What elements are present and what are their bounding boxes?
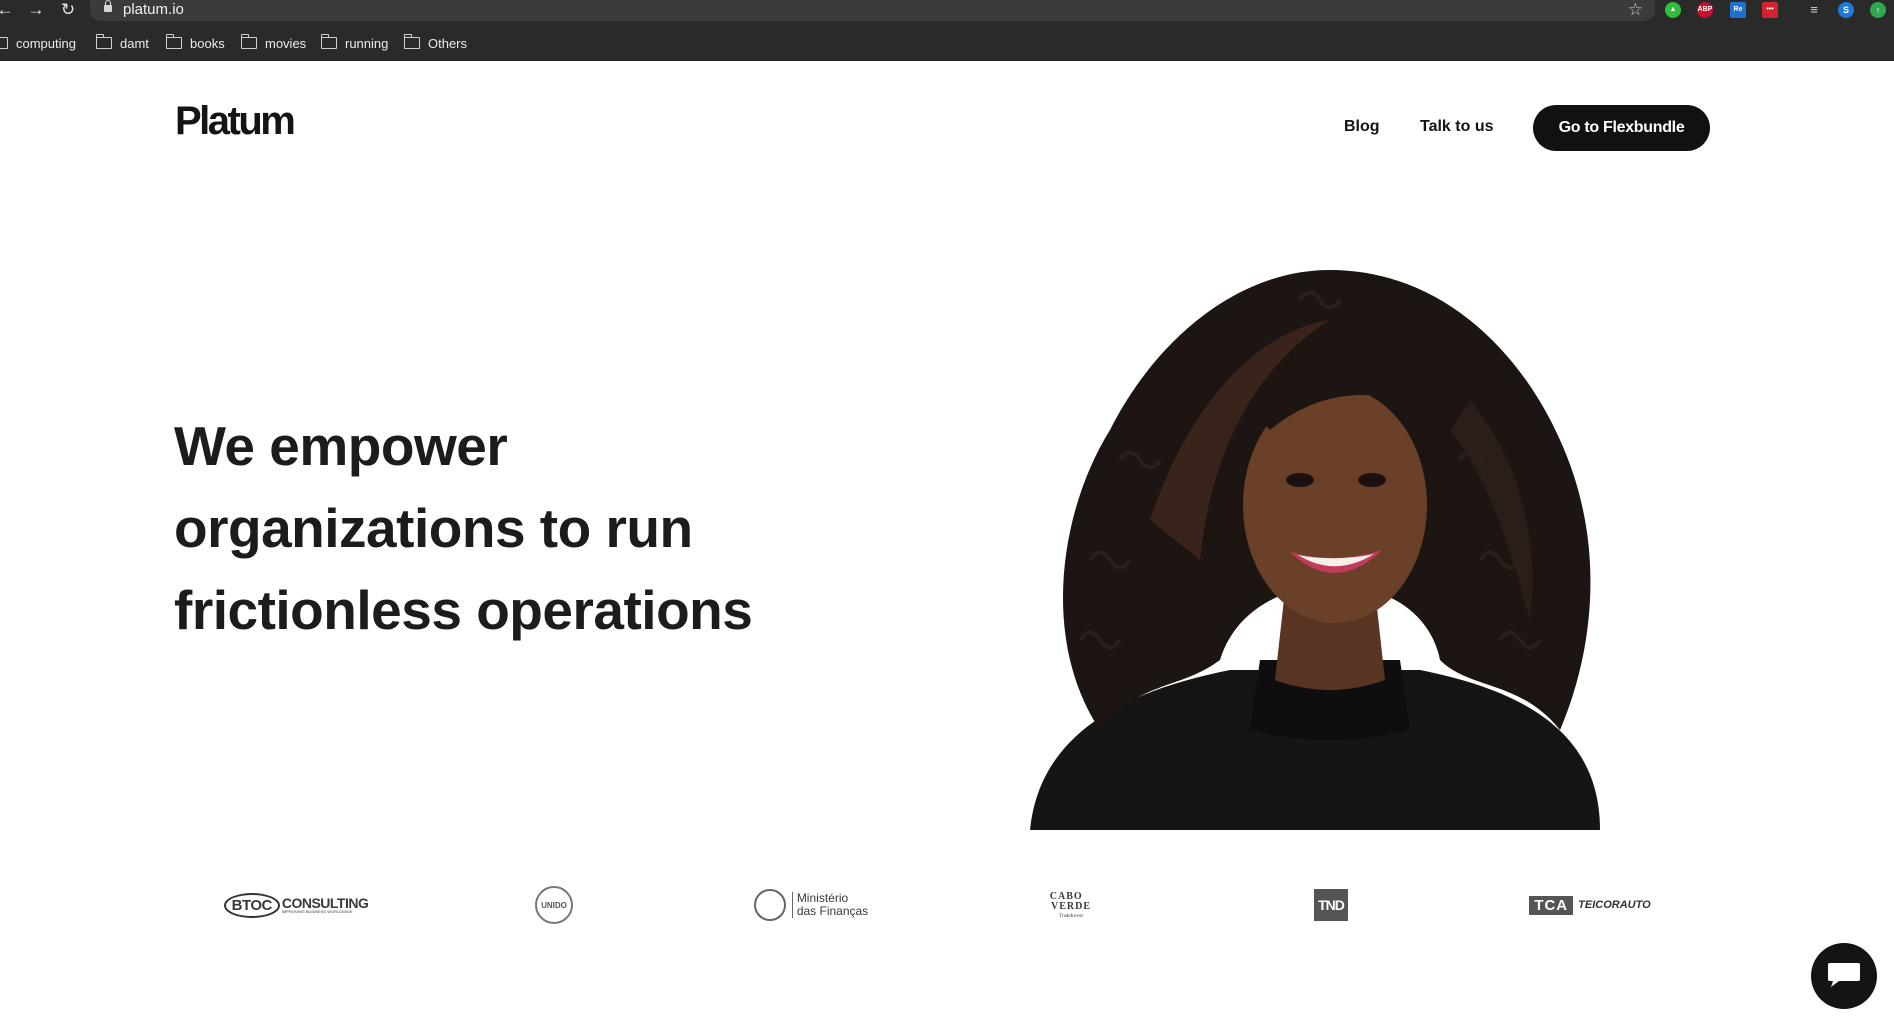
teicorauto-name: TEICORAUTO	[1578, 899, 1651, 911]
browser-toolbar: ← → ↻ platum.io ☆ ▲ ABP Re ••• ≡ S ↑	[0, 0, 1894, 21]
folder-icon	[95, 34, 112, 49]
headline-line: We empower	[174, 415, 508, 477]
hero-portrait-image	[1030, 270, 1600, 830]
hero-headline: We empower organizations to run friction…	[174, 405, 894, 651]
browser-chrome: ← → ↻ platum.io ☆ ▲ ABP Re ••• ≡ S ↑ com…	[0, 0, 1894, 61]
btoc-suffix: CONSULTING	[281, 895, 369, 911]
bookmark-folder-movies[interactable]: movies	[240, 33, 307, 53]
bookmark-label: running	[345, 35, 389, 51]
bookmark-folder-others[interactable]: Others	[403, 33, 468, 53]
profile-avatar-icon[interactable]: S	[1838, 2, 1854, 18]
unido-mark: UNIDO	[535, 886, 573, 924]
client-logo-tca-teicorauto: TCA TEICORAUTO	[1520, 880, 1660, 930]
bookmark-label: damt	[120, 35, 149, 51]
chat-button[interactable]	[1811, 943, 1877, 1009]
folder-icon	[320, 34, 337, 49]
site-logo[interactable]: Platum	[175, 99, 296, 144]
client-logo-tnd: TND	[1313, 880, 1349, 930]
thumbs-up-icon[interactable]: ▲	[1665, 2, 1681, 18]
bookmark-label: Others	[428, 35, 468, 51]
client-logo-btoc-consulting: BTOC CONSULTING IMPROVING BUSINESS WORLD…	[223, 880, 369, 930]
bookmark-folder-damt[interactable]: damt	[95, 33, 149, 53]
lock-icon	[104, 0, 112, 12]
bookmark-folder-computing[interactable]: computing	[0, 33, 76, 53]
nav-link-blog[interactable]: Blog	[1344, 118, 1380, 136]
bookmark-star-icon[interactable]: ☆	[1628, 0, 1643, 19]
bookmark-label: movies	[265, 35, 307, 51]
readability-icon[interactable]: Re	[1730, 2, 1746, 18]
btoc-tagline: IMPROVING BUSINESS WORLDWIDE	[281, 909, 353, 914]
bookmark-folder-running[interactable]: running	[320, 33, 389, 53]
headline-line: frictionless operations	[174, 579, 753, 641]
verde-word: VERDE	[1050, 900, 1091, 912]
bookmark-folder-books[interactable]: books	[165, 33, 225, 53]
folder-icon	[240, 34, 257, 49]
tnd-mark: TND	[1314, 889, 1348, 921]
chat-bubble-icon	[1828, 963, 1860, 987]
back-arrow-icon[interactable]: ←	[0, 0, 16, 21]
lastpass-icon[interactable]: •••	[1762, 2, 1778, 18]
forward-arrow-icon[interactable]: →	[25, 0, 47, 21]
update-icon[interactable]: ↑	[1870, 2, 1886, 18]
folder-icon	[403, 34, 420, 49]
ministerio-line2: das Finanças	[796, 904, 869, 918]
reload-icon[interactable]: ↻	[57, 0, 79, 21]
client-logo-ministerio-das-financas: Ministério das Finanças	[752, 880, 870, 930]
cabo-verde-sub: TradeInvest	[1059, 913, 1083, 919]
folder-icon	[165, 34, 182, 49]
address-bar[interactable]: platum.io ☆	[90, 0, 1655, 21]
reading-list-icon[interactable]: ≡	[1806, 2, 1822, 18]
btoc-mark: BTOC	[223, 892, 280, 918]
folder-icon	[0, 37, 8, 49]
headline-line: organizations to run	[174, 497, 693, 559]
client-logo-cabo-verde-tradeinvest: CABO VERDE TradeInvest	[1030, 880, 1112, 930]
bookmark-label: computing	[16, 35, 76, 51]
client-logo-unido: UNIDO	[534, 880, 574, 930]
bookmark-label: books	[190, 35, 225, 51]
coat-of-arms-icon	[753, 889, 786, 921]
adblock-plus-icon[interactable]: ABP	[1697, 2, 1713, 18]
nav-link-talk-to-us[interactable]: Talk to us	[1420, 118, 1494, 136]
tca-mark: TCA	[1529, 895, 1574, 915]
go-to-flexbundle-button[interactable]: Go to Flexbundle	[1533, 105, 1710, 151]
address-url[interactable]: platum.io	[123, 1, 184, 18]
